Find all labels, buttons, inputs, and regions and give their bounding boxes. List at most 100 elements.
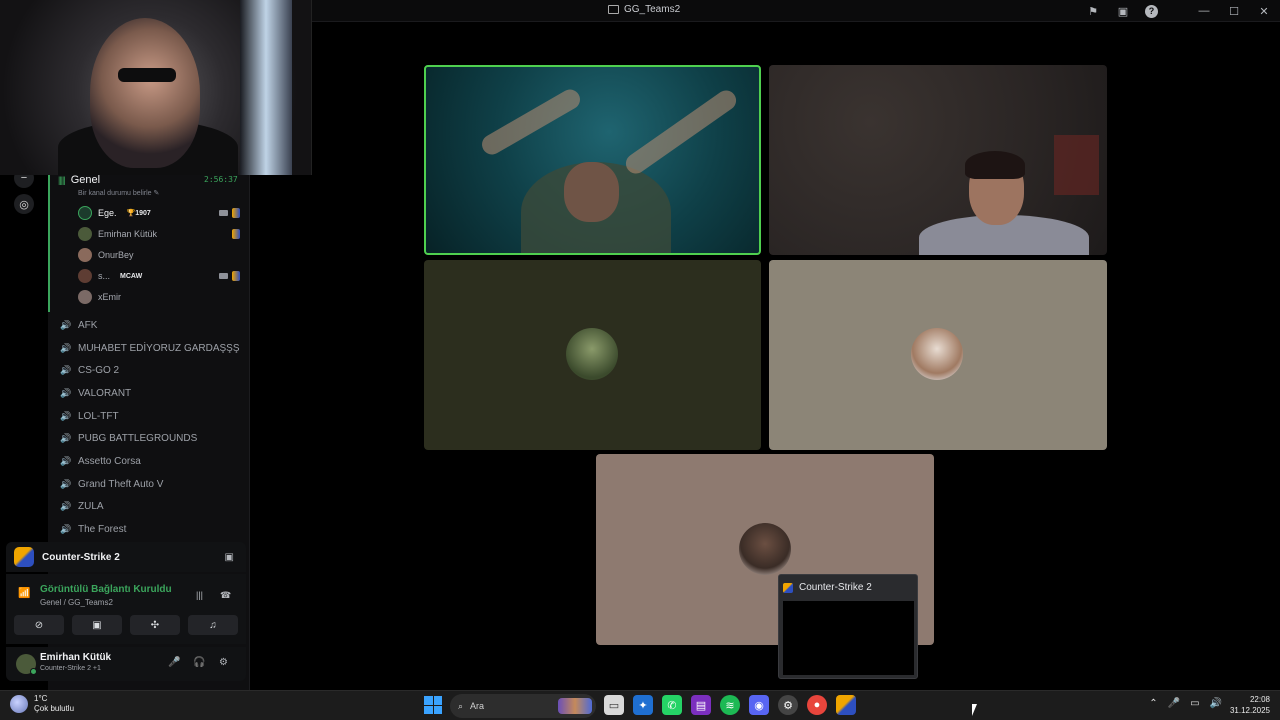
activities-button[interactable]: ✣ <box>130 615 180 635</box>
user-activity: Counter-Strike 2 +1 <box>40 665 101 672</box>
speaker-icon: 🔊 <box>60 455 72 466</box>
avatar <box>78 206 92 220</box>
settings-icon[interactable]: ⚙ <box>219 657 228 668</box>
game-activity-panel[interactable]: Counter-Strike 2 ▣ <box>6 542 246 572</box>
voice-channel-item[interactable]: 🔊 Grand Theft Auto V <box>60 475 163 493</box>
chrome-icon[interactable]: ● <box>807 695 827 715</box>
voice-channel-genel[interactable]: ||||| Genel <box>58 174 100 186</box>
avatar <box>78 248 92 262</box>
microphone-icon[interactable]: 🎤 <box>168 657 180 668</box>
avatar <box>911 328 963 380</box>
voice-channel-item[interactable]: 🔊 VALORANT <box>60 384 131 402</box>
discord-icon[interactable]: ◉ <box>749 695 769 715</box>
member-onurbey[interactable]: OnurBey <box>78 246 240 264</box>
help-icon[interactable]: ? <box>1145 4 1158 18</box>
channel-name: Genel <box>70 174 101 186</box>
online-status-icon <box>30 668 37 675</box>
avatar <box>566 328 618 380</box>
counter-strike-icon[interactable] <box>836 695 856 715</box>
inbox-icon[interactable]: ⚑ <box>1085 3 1101 19</box>
connection-status[interactable]: Görüntülü Bağlantı Kuruldu <box>40 584 172 595</box>
start-button[interactable] <box>424 696 442 714</box>
avatar <box>78 227 92 241</box>
microphone-icon[interactable]: 🎤 <box>1168 698 1180 709</box>
avatar <box>78 269 92 283</box>
close-button[interactable]: ✕ <box>1256 3 1272 19</box>
avatar <box>78 290 92 304</box>
window-icon <box>608 5 619 14</box>
camera-toggle-button[interactable]: ⊘ <box>14 615 64 635</box>
webcam-overlay <box>0 0 312 175</box>
voice-activity-icon: ||||| <box>58 175 66 185</box>
screen-share-button[interactable]: ▣ <box>72 615 122 635</box>
speaker-icon: 🔊 <box>60 432 72 443</box>
weather-icon <box>10 695 28 713</box>
whatsapp-icon[interactable]: ✆ <box>662 695 682 715</box>
voice-channel-item[interactable]: 🔊 PUBG BATTLEGROUNDS <box>60 429 197 447</box>
camera-icon <box>219 210 228 216</box>
soundboard-button[interactable]: ♫ <box>188 615 238 635</box>
title-bar-controls: ⚑ ▣ ? — ☐ ✕ <box>1085 3 1272 19</box>
clock[interactable]: 22:08 31.12.2025 <box>1230 694 1270 716</box>
weather-widget[interactable]: 1°C Çok bulutlu <box>10 694 74 714</box>
chevron-up-icon[interactable]: ⌃ <box>1149 698 1157 709</box>
search-icon: ⌕ <box>458 700 464 711</box>
system-tray: ⌃ 🎤 ▭ 🔊 <box>1149 698 1222 709</box>
taskbar-window-preview[interactable]: Counter-Strike 2 <box>778 574 918 679</box>
mouse-cursor <box>972 704 982 716</box>
speaker-icon: 🔊 <box>60 319 72 330</box>
counter-strike-icon <box>783 582 793 593</box>
ms-store-icon[interactable]: ✦ <box>633 695 653 715</box>
game-icon <box>232 208 240 218</box>
channel-status-prompt[interactable]: Bir kanal durumu belirle ✎ <box>78 189 159 197</box>
window-title: GG_Teams2 <box>608 4 680 15</box>
voice-channel-item[interactable]: 🔊 ZULA <box>60 497 104 515</box>
speaker-icon: 🔊 <box>60 387 72 398</box>
member-s[interactable]: s... MCAW <box>78 267 240 285</box>
audio-tile[interactable] <box>424 260 761 450</box>
speaker-icon: 🔊 <box>60 500 72 511</box>
member-ege[interactable]: Ege. 🏆1907 <box>78 204 240 222</box>
network-icon[interactable]: ▭ <box>1190 698 1199 709</box>
camera-icon <box>219 273 228 279</box>
disconnect-icon[interactable]: ☎ <box>220 590 231 601</box>
steam-icon[interactable]: ⚙ <box>778 695 798 715</box>
voice-channel-item[interactable]: 🔊 Assetto Corsa <box>60 452 141 470</box>
game-icon <box>232 271 240 281</box>
minimize-button[interactable]: — <box>1196 3 1212 19</box>
voice-channel-item[interactable]: 🔊 The Forest <box>60 520 126 538</box>
window-title-text: GG_Teams2 <box>624 4 681 15</box>
voice-channel-item[interactable]: 🔊 MUHABET EDİYORUZ GARDAŞŞŞ <box>60 339 240 357</box>
game-icon <box>232 229 240 239</box>
voice-channel-item[interactable]: 🔊 CS-GO 2 <box>60 361 119 379</box>
speaker-icon: 🔊 <box>60 410 72 421</box>
noise-suppression-icon[interactable]: ||| <box>196 590 203 600</box>
user-name: Emirhan Kütük <box>40 652 112 663</box>
speaker-icon: 🔊 <box>60 523 72 534</box>
video-editor-icon[interactable]: ▤ <box>691 695 711 715</box>
discover-icon[interactable]: ◎ <box>14 194 34 214</box>
headphones-icon[interactable]: 🎧 <box>193 657 205 668</box>
avatar <box>739 523 791 575</box>
taskbar: 1°C Çok bulutlu ⌕ Ara ▭ ✦ ✆ ▤ ≋ ◉ ⚙ ● ⌃ … <box>0 690 1280 720</box>
audio-tile[interactable] <box>769 260 1107 450</box>
speaker-icon: 🔊 <box>60 478 72 489</box>
speaker-icon: 🔊 <box>60 364 72 375</box>
preview-thumbnail[interactable] <box>783 601 914 675</box>
connection-location[interactable]: Genel / GG_Teams2 <box>40 598 113 607</box>
stream-game-icon[interactable]: ▣ <box>225 552 234 563</box>
maximize-button[interactable]: ☐ <box>1226 3 1242 19</box>
voice-channel-item[interactable]: 🔊 LOL-TFT <box>60 407 119 425</box>
voice-channel-item[interactable]: 🔊 AFK <box>60 316 97 334</box>
video-tile-speaking[interactable] <box>424 65 761 255</box>
task-view-icon[interactable]: ▭ <box>604 695 624 715</box>
member-emirhan[interactable]: Emirhan Kütük <box>78 225 240 243</box>
member-xemir[interactable]: xEmir <box>78 288 240 306</box>
screen-share-icon[interactable]: ▣ <box>1115 3 1131 19</box>
speaker-icon: 🔊 <box>60 342 72 353</box>
volume-icon[interactable]: 🔊 <box>1210 698 1222 709</box>
spotify-icon[interactable]: ≋ <box>720 695 740 715</box>
signal-icon[interactable]: 📶 <box>18 588 30 599</box>
taskbar-search[interactable]: ⌕ Ara <box>450 694 596 718</box>
video-tile[interactable] <box>769 65 1107 255</box>
